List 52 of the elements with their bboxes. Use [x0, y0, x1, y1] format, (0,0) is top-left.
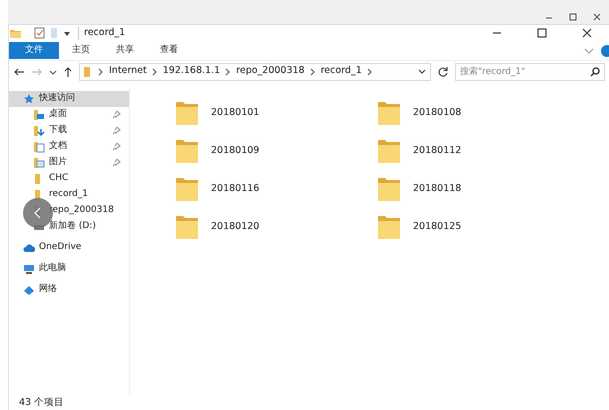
chevron-right-icon	[310, 68, 316, 76]
network-icon	[23, 284, 35, 296]
breadcrumb-item[interactable]: 192.168.1.1	[162, 64, 220, 79]
back-arrow-icon[interactable]	[13, 66, 25, 76]
up-arrow-icon[interactable]	[63, 66, 73, 78]
folder-name[interactable]: 20180120	[211, 220, 260, 234]
download-folder-icon	[33, 124, 45, 137]
sidebar-item[interactable]: 此电脑	[9, 260, 129, 276]
chevron-down-icon[interactable]	[417, 66, 427, 76]
search-icon	[590, 66, 600, 76]
chevron-right-icon	[225, 68, 232, 76]
star-icon	[23, 92, 35, 105]
chevron-right-icon	[98, 68, 104, 76]
sidebar-item[interactable]: CHC	[9, 170, 129, 187]
folder-name[interactable]: 20180125	[413, 220, 462, 234]
folder-name[interactable]: 20180112	[413, 144, 462, 158]
folder-name[interactable]: 20180116	[211, 182, 260, 196]
sidebar-item[interactable]: 桌面	[9, 106, 129, 123]
chevron-right-icon	[152, 68, 158, 76]
maximize-icon[interactable]	[536, 27, 548, 39]
sidebar-item[interactable]: 图片	[9, 154, 129, 171]
window-title: record_1	[78, 26, 126, 40]
document-folder-icon	[33, 140, 45, 153]
breadcrumb-item[interactable]: Internet	[109, 64, 147, 79]
close-icon[interactable]	[580, 27, 592, 39]
address-bar[interactable]: Internet 192.168.1.1 repo_2000318 record_1	[79, 62, 431, 80]
folder-name[interactable]: 20180118	[413, 182, 462, 196]
sidebar-item[interactable]: 下载	[9, 122, 129, 139]
sidebar-item[interactable]: OneDrive	[9, 240, 129, 256]
close-icon[interactable]	[593, 13, 601, 21]
breadcrumb-item[interactable]: record_1	[320, 64, 362, 79]
ribbon-tab[interactable]: 查看	[147, 42, 191, 59]
chevron-right-icon	[366, 68, 373, 76]
breadcrumb-item[interactable]: repo_2000318	[236, 64, 305, 79]
ribbon-tab[interactable]: 文件	[9, 42, 59, 59]
chevron-left-icon	[33, 207, 43, 219]
folder-name[interactable]: 20180101	[211, 106, 260, 120]
maximize-icon[interactable]	[569, 13, 577, 21]
sidebar-item[interactable]: 网络	[9, 282, 129, 298]
cloud-icon	[23, 242, 35, 254]
search-field[interactable]: 搜索"record_1"	[455, 62, 605, 80]
folder-name[interactable]: 20180109	[211, 144, 260, 158]
expand-ribbon-icon[interactable]	[583, 46, 595, 56]
sidebar-item[interactable]: 快速访问	[9, 91, 129, 107]
folder-name[interactable]: 20180108	[413, 106, 462, 120]
sidebar-item[interactable]: 文档	[9, 138, 129, 155]
item-count: 43 个项目	[19, 396, 64, 410]
ribbon-tab[interactable]: 共享	[103, 42, 147, 59]
picture-folder-icon	[33, 156, 45, 169]
refresh-icon[interactable]	[437, 66, 449, 78]
computer-icon	[23, 262, 35, 275]
ribbon-tab[interactable]: 主页	[59, 42, 103, 59]
